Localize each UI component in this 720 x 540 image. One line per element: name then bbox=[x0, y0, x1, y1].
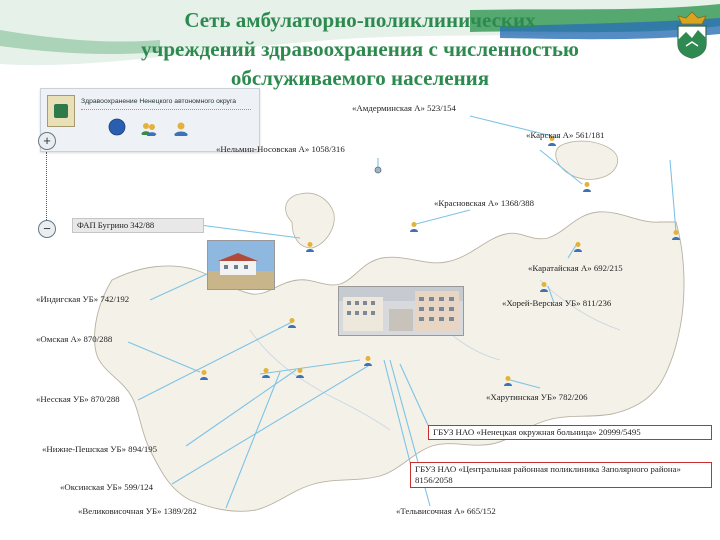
facility-label-horey: «Хорей-Верская УБ» 811/236 bbox=[502, 298, 612, 308]
compass-icon[interactable] bbox=[108, 118, 126, 136]
facility-label-nesskaya: «Несская УБ» 870/288 bbox=[36, 394, 120, 404]
facility-label-telvisochnaya: «Тельвисочная А» 665/152 bbox=[396, 506, 496, 516]
facility-label-harutinskaya: «Харутинская УБ» 782/206 bbox=[486, 392, 588, 402]
facility-label-omskaya: «Омская А» 870/288 bbox=[36, 334, 113, 344]
facility-label-oksino: «Оксинская УБ» 599/124 bbox=[60, 482, 154, 492]
facility-label-indiga: «Индигская УБ» 742/192 bbox=[36, 294, 130, 304]
zoom-out-button[interactable]: − bbox=[38, 220, 56, 238]
facility-label-krasnovskaya: «Красновская А» 1368/388 bbox=[434, 198, 535, 208]
facility-label-butrino: ФАП Бугрино 342/88 bbox=[72, 218, 204, 233]
portal-crest-icon bbox=[47, 95, 75, 127]
facility-label-velikovisochnoe: «Великовисочная УБ» 1389/282 bbox=[78, 506, 197, 516]
zoom-control: + − bbox=[38, 132, 56, 240]
facility-label-karatayka: «Каратайская А» 692/215 bbox=[528, 263, 623, 273]
portal-title: Здравоохранение Ненецкого автономного ок… bbox=[81, 98, 237, 105]
map-pin-icon bbox=[374, 166, 382, 174]
facility-label-gbuz-hospital: ГБУЗ НАО «Ненецкая окружная больница» 20… bbox=[428, 425, 712, 440]
user-icon[interactable] bbox=[172, 120, 190, 138]
facility-label-nizhne-pesha: «Нижне-Пешская УБ» 894/195 bbox=[42, 444, 158, 454]
photo-hospital-building bbox=[338, 286, 464, 336]
zoom-slider-track[interactable] bbox=[46, 152, 47, 224]
photo-village-building bbox=[207, 240, 275, 290]
zoom-in-button[interactable]: + bbox=[38, 132, 56, 150]
map-slide: Сеть амбулаторно-поликлинических учрежде… bbox=[0, 0, 720, 540]
facility-label-karskaya: «Карская А» 561/181 bbox=[526, 130, 605, 140]
users-icon[interactable] bbox=[140, 120, 158, 138]
facility-label-amderma: «Амдерминская А» 523/154 bbox=[352, 103, 456, 113]
portal-subtitle-line bbox=[81, 109, 251, 116]
facility-label-nelmin: «Нельмин-Носовская А» 1058/316 bbox=[216, 144, 345, 154]
facility-label-gbuz-polyclinic: ГБУЗ НАО «Центральная районная поликлини… bbox=[410, 462, 712, 488]
